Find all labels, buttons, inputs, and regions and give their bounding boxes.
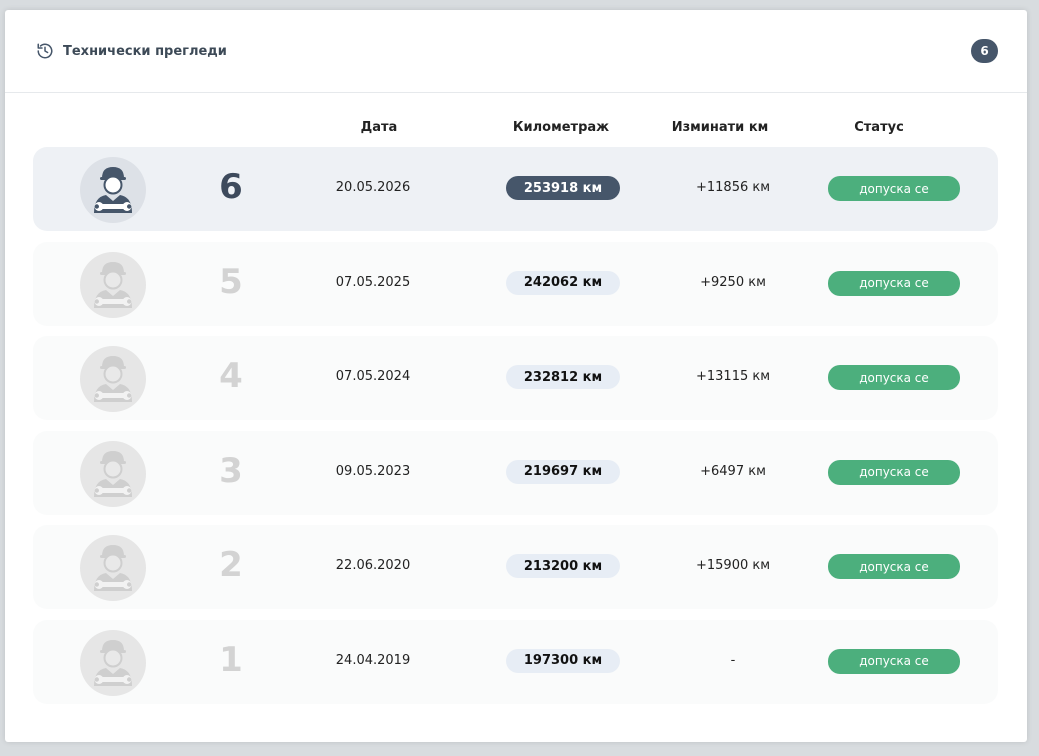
cell-status: допуска се (859, 181, 929, 196)
cell-passed: +11856 км (695, 180, 771, 195)
table-row[interactable]: 3 09.05.2023 219697 км +6497 км допуска … (33, 430, 998, 515)
column-header-passed-km: Изминати км (671, 120, 769, 135)
mechanic-icon (80, 346, 146, 412)
history-icon (36, 42, 54, 60)
cell-mileage: 219697 км (523, 464, 603, 479)
cell-date: 22.06.2020 (335, 558, 411, 573)
table-row[interactable]: 4 07.05.2024 232812 км +13115 км допуска… (33, 336, 998, 420)
cell-status: допуска се (859, 370, 929, 385)
mileage-badge: 213200 км (506, 554, 620, 578)
cell-number: 3 (219, 450, 243, 491)
cell-mileage: 242062 км (523, 275, 603, 290)
mileage-badge: 232812 км (506, 365, 620, 389)
cell-mileage: 253918 км (523, 180, 603, 196)
mechanic-icon (80, 157, 146, 223)
cell-date: 07.05.2025 (335, 274, 411, 290)
mileage-badge: 242062 км (506, 270, 620, 295)
cell-mileage: 232812 км (523, 369, 603, 385)
cell-passed: +6497 км (700, 463, 766, 479)
cell-mileage: 213200 км (523, 558, 603, 574)
panel-header: Технически прегледи 6 (5, 10, 1027, 93)
table-row[interactable]: 5 07.05.2025 242062 км +9250 км допуска … (33, 241, 998, 326)
cell-date: 24.04.2019 (335, 652, 411, 668)
status-badge: допуска се (828, 554, 960, 579)
inspections-panel: Технически прегледи 6 Дата Километраж Из… (5, 10, 1027, 742)
cell-status: допуска се (859, 654, 929, 668)
mechanic-icon (80, 251, 146, 318)
table-header: Дата Километраж Изминати км Статус (5, 120, 1027, 140)
mileage-badge: 219697 км (506, 459, 620, 484)
column-header-status: Статус (854, 120, 904, 135)
table-row[interactable]: 1 24.04.2019 197300 км - допуска се (33, 619, 998, 704)
cell-passed: +9250 км (700, 274, 766, 290)
mechanic-icon (80, 535, 146, 601)
status-badge: допуска се (828, 176, 960, 201)
cell-date: 07.05.2024 (335, 369, 411, 384)
cell-date: 09.05.2023 (335, 463, 411, 479)
cell-passed: - (730, 652, 736, 668)
mechanic-icon (80, 440, 146, 507)
cell-number: 4 (219, 356, 243, 396)
cell-passed: +13115 км (695, 369, 771, 384)
cell-date: 20.05.2026 (335, 180, 411, 195)
mechanic-icon (80, 629, 146, 696)
cell-status: допуска се (859, 276, 929, 290)
status-badge: допуска се (828, 648, 960, 674)
cell-number: 2 (219, 545, 243, 585)
cell-number: 5 (219, 261, 243, 302)
count-badge: 6 (971, 39, 998, 63)
table-row[interactable]: 2 22.06.2020 213200 км +15900 км допуска… (33, 525, 998, 609)
status-badge: допуска се (828, 459, 960, 485)
status-badge: допуска се (828, 270, 960, 296)
mileage-badge: 253918 км (506, 176, 620, 200)
panel-title: Технически прегледи (63, 43, 227, 59)
inspections-list: 6 20.05.2026 253918 км +11856 км допуска… (33, 147, 998, 714)
table-row[interactable]: 6 20.05.2026 253918 км +11856 км допуска… (33, 147, 998, 231)
column-header-date: Дата (360, 120, 398, 135)
mileage-badge: 197300 км (506, 648, 620, 673)
cell-number: 6 (219, 167, 243, 207)
cell-status: допуска се (859, 559, 929, 574)
cell-number: 1 (219, 639, 243, 680)
column-header-mileage: Километраж (512, 120, 610, 135)
cell-mileage: 197300 км (523, 653, 603, 668)
cell-status: допуска се (859, 465, 929, 479)
status-badge: допуска се (828, 365, 960, 390)
cell-passed: +15900 км (695, 558, 771, 573)
